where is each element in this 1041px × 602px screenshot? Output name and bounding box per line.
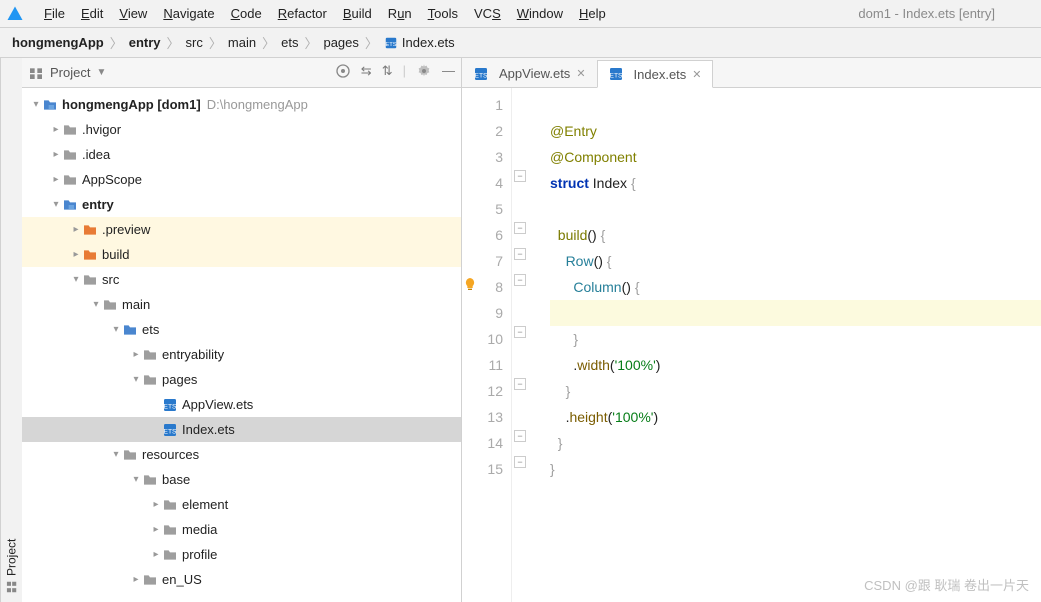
tree-src[interactable]: ▾src xyxy=(22,267,461,292)
menu-file[interactable]: FFileile xyxy=(36,4,73,23)
tree-media[interactable]: ▸media xyxy=(22,517,461,542)
folder-icon xyxy=(162,497,178,513)
tree-ets[interactable]: ▾ets xyxy=(22,317,461,342)
folder-icon xyxy=(162,522,178,538)
window-title: dom1 - Index.ets [entry] xyxy=(858,6,995,21)
tree-resources[interactable]: ▾resources xyxy=(22,442,461,467)
tree-preview[interactable]: ▸.preview xyxy=(22,217,461,242)
settings-icon[interactable] xyxy=(416,63,432,82)
menu-edit[interactable]: Edit xyxy=(73,4,111,23)
ets-icon xyxy=(608,66,624,82)
line-gutter: 123456789101112131415 xyxy=(462,88,512,602)
tree-base[interactable]: ▾base xyxy=(22,467,461,492)
menu-tools[interactable]: Tools xyxy=(420,4,466,23)
chevron-down-icon[interactable]: ▼ xyxy=(96,67,106,78)
project-icon xyxy=(5,580,19,594)
project-tool-tab[interactable]: Project xyxy=(0,58,22,602)
ets-icon xyxy=(162,422,178,438)
module-icon xyxy=(62,197,78,213)
project-tool-header: Project ▼ ⇆ ⇅ | — xyxy=(22,58,461,88)
folder-icon xyxy=(82,272,98,288)
bulb-icon[interactable] xyxy=(462,276,478,292)
tree-profile[interactable]: ▸profile xyxy=(22,542,461,567)
project-tree[interactable]: ▾hongmengApp [dom1]D:\hongmengApp ▸.hvig… xyxy=(22,88,461,602)
crumb-file[interactable]: Index.ets xyxy=(380,33,459,52)
folder-icon xyxy=(62,147,78,163)
close-icon[interactable]: ✕ xyxy=(576,67,585,80)
tree-root[interactable]: ▾hongmengApp [dom1]D:\hongmengApp xyxy=(22,92,461,117)
menu-view[interactable]: View xyxy=(111,4,155,23)
menu-help[interactable]: Help xyxy=(571,4,614,23)
menu-build[interactable]: Build xyxy=(335,4,380,23)
close-icon[interactable]: ✕ xyxy=(692,68,701,81)
project-view-selector[interactable]: Project xyxy=(50,65,90,80)
project-icon xyxy=(28,65,44,81)
menu-vcs[interactable]: VCS xyxy=(466,4,509,23)
tab-appview[interactable]: AppView.ets✕ xyxy=(462,59,597,87)
crumb-ets[interactable]: ets xyxy=(277,33,302,52)
folder-icon xyxy=(62,172,78,188)
folder-icon xyxy=(102,297,118,313)
crumb-pages[interactable]: pages xyxy=(319,33,362,52)
crumb-main[interactable]: main xyxy=(224,33,260,52)
tree-appscope[interactable]: ▸AppScope xyxy=(22,167,461,192)
folder-icon xyxy=(142,572,158,588)
tree-element[interactable]: ▸element xyxy=(22,492,461,517)
tab-index[interactable]: Index.ets✕ xyxy=(597,60,713,88)
editor-area: AppView.ets✕ Index.ets✕ 1234567891011121… xyxy=(462,58,1041,602)
tree-file-appview[interactable]: AppView.ets xyxy=(22,392,461,417)
ets-icon xyxy=(473,66,489,82)
tree-entry[interactable]: ▾entry xyxy=(22,192,461,217)
crumb-root[interactable]: hongmengApp xyxy=(8,33,108,52)
ets-icon xyxy=(384,36,398,50)
tree-hvigor[interactable]: ▸.hvigor xyxy=(22,117,461,142)
tree-main[interactable]: ▾main xyxy=(22,292,461,317)
code-editor[interactable]: 123456789101112131415 − − − − − − − − @E… xyxy=(462,88,1041,602)
folder-icon xyxy=(82,222,98,238)
menu-bar: FFileile Edit View Navigate Code Refacto… xyxy=(0,0,1041,28)
expand-all-icon[interactable]: ⇆ xyxy=(361,63,372,82)
module-icon xyxy=(42,97,58,113)
folder-icon xyxy=(162,547,178,563)
hide-tool-window-icon[interactable]: — xyxy=(442,63,455,82)
tree-entryability[interactable]: ▸entryability xyxy=(22,342,461,367)
app-icon xyxy=(6,5,24,23)
folder-icon xyxy=(142,472,158,488)
folder-icon xyxy=(122,447,138,463)
collapse-all-icon[interactable]: ⇅ xyxy=(382,63,393,82)
menu-run[interactable]: Run xyxy=(380,4,420,23)
tree-pages[interactable]: ▾pages xyxy=(22,367,461,392)
folder-icon xyxy=(142,372,158,388)
ets-icon xyxy=(162,397,178,413)
menu-navigate[interactable]: Navigate xyxy=(155,4,222,23)
tree-build[interactable]: ▸build xyxy=(22,242,461,267)
folder-icon xyxy=(62,122,78,138)
code-content[interactable]: @Entry @Component struct Index { build()… xyxy=(550,88,1041,602)
tree-idea[interactable]: ▸.idea xyxy=(22,142,461,167)
folder-icon xyxy=(142,347,158,363)
menu-window[interactable]: Window xyxy=(509,4,571,23)
tree-enus[interactable]: ▸en_US xyxy=(22,567,461,592)
editor-tabs: AppView.ets✕ Index.ets✕ xyxy=(462,58,1041,88)
select-opened-file-icon[interactable] xyxy=(335,63,351,82)
fold-column[interactable]: − − − − − − − − xyxy=(512,88,530,602)
project-tool-window: Project ▼ ⇆ ⇅ | — ▾hongmengApp [dom1]D:\… xyxy=(22,58,462,602)
crumb-src[interactable]: src xyxy=(182,33,207,52)
menu-refactor[interactable]: Refactor xyxy=(270,4,335,23)
folder-icon xyxy=(82,247,98,263)
crumb-entry[interactable]: entry xyxy=(125,33,165,52)
menu-code[interactable]: Code xyxy=(223,4,270,23)
tree-file-index[interactable]: Index.ets xyxy=(22,417,461,442)
folder-icon xyxy=(122,322,138,338)
breadcrumb-bar: hongmengApp〉 entry〉 src〉 main〉 ets〉 page… xyxy=(0,28,1041,58)
